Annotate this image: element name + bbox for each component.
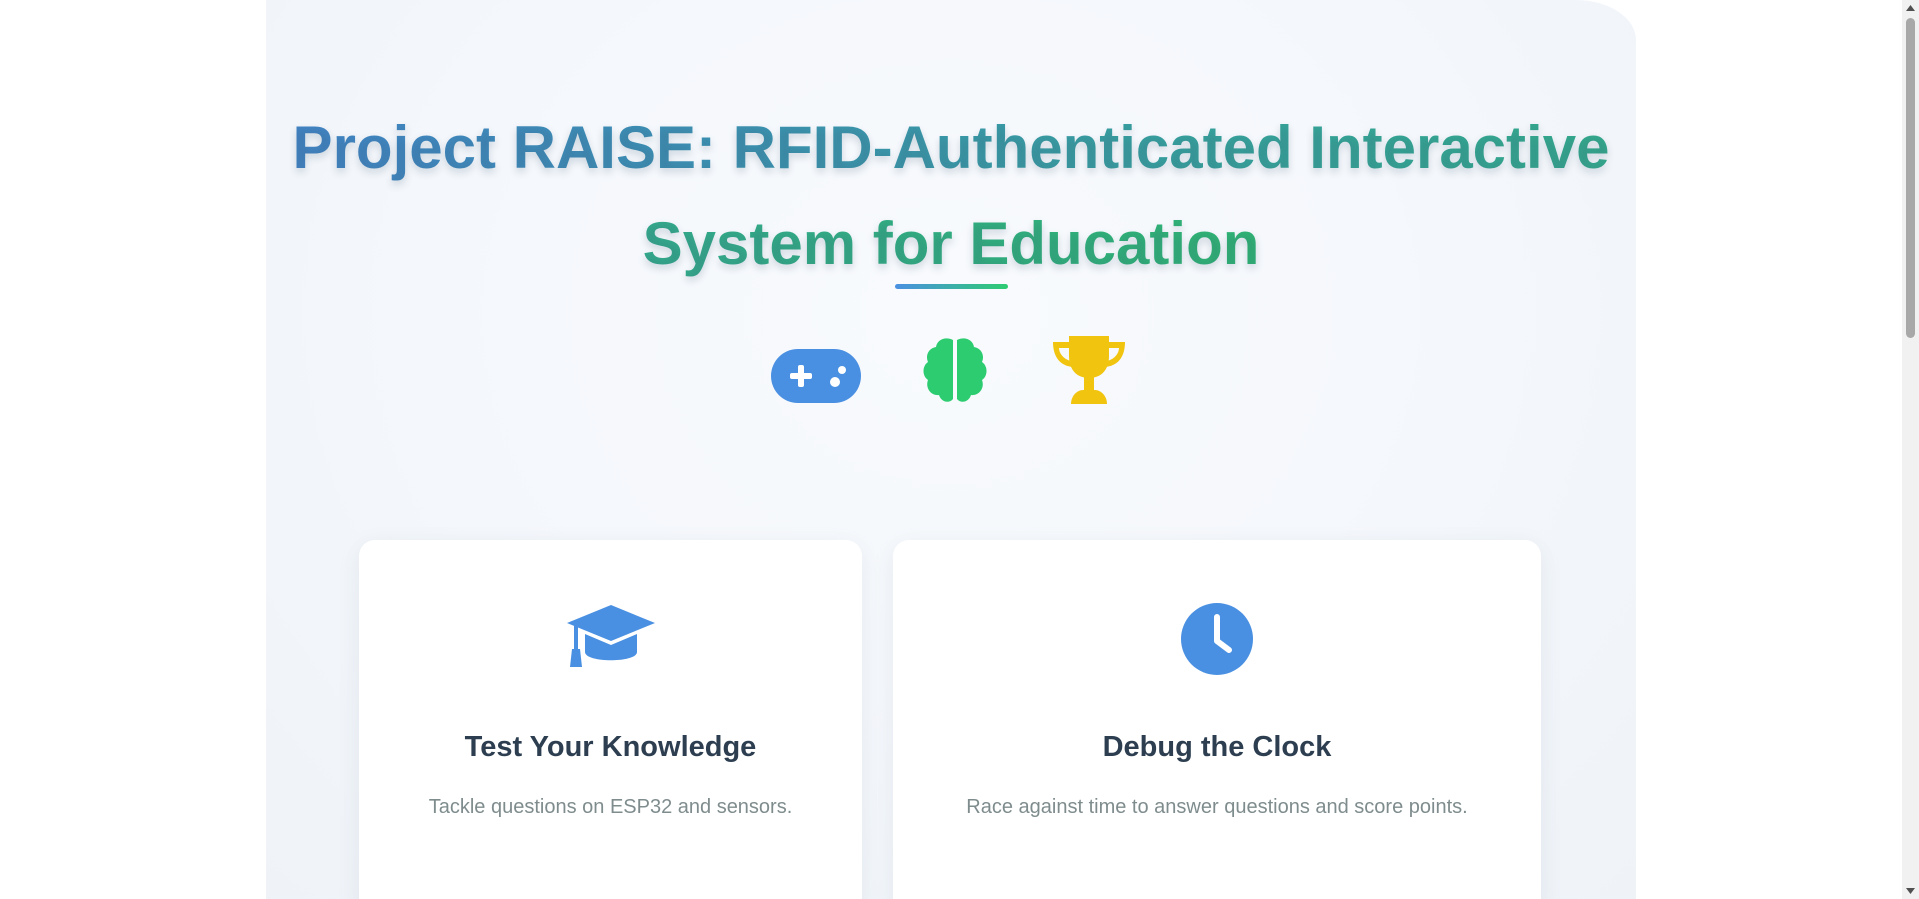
scroll-down-arrow-icon[interactable] xyxy=(1902,882,1919,899)
scroll-up-arrow-icon[interactable] xyxy=(1902,0,1919,17)
vertical-scrollbar[interactable] xyxy=(1902,0,1919,899)
card-description: Tackle questions on ESP32 and sensors. xyxy=(428,796,793,818)
card-test-your-knowledge[interactable]: Test Your Knowledge Tackle questions on … xyxy=(359,540,862,899)
clock-icon xyxy=(1181,603,1253,675)
trophy-icon xyxy=(1053,336,1125,404)
page-viewport: Project RAISE: RFID-Authenticated Intera… xyxy=(0,0,1919,899)
card-debug-the-clock[interactable]: Debug the Clock Race against time to ans… xyxy=(893,540,1541,899)
gamepad-icon xyxy=(771,349,861,403)
scrollbar-thumb[interactable] xyxy=(1906,18,1915,338)
page-title-text: Project RAISE: RFID-Authenticated Intera… xyxy=(292,114,1610,277)
title-underline xyxy=(895,284,1008,289)
main-container: Project RAISE: RFID-Authenticated Intera… xyxy=(266,0,1636,899)
page-title: Project RAISE: RFID-Authenticated Intera… xyxy=(266,100,1636,292)
card-description: Race against time to answer questions an… xyxy=(966,796,1468,818)
card-title: Test Your Knowledge xyxy=(464,731,757,763)
card-title: Debug the Clock xyxy=(1102,731,1332,763)
graduation-cap-icon xyxy=(566,605,655,667)
brain-icon xyxy=(923,338,987,402)
